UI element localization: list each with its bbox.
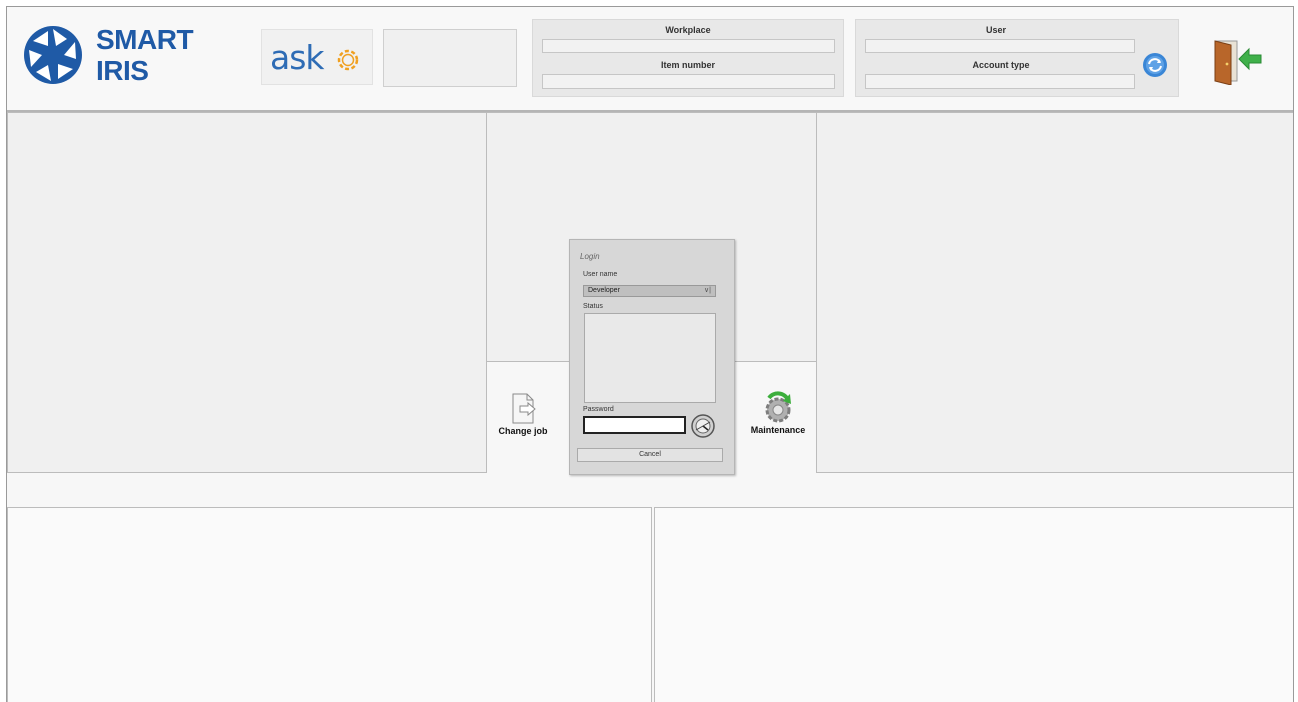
exit-door-icon[interactable] <box>1211 37 1265 85</box>
item-number-field <box>542 74 835 89</box>
login-dialog: Login User name Developer ∨| Status Pass… <box>569 239 735 475</box>
status-box <box>584 313 716 403</box>
change-job-label: Change job <box>498 426 548 436</box>
user-name-value: Developer <box>588 287 620 294</box>
account-type-label: Account type <box>972 60 1030 70</box>
user-name-label: User name <box>583 271 618 278</box>
workplace-panel: Workplace Item number <box>532 19 844 97</box>
login-title: Login <box>580 252 600 261</box>
password-label: Password <box>583 406 614 413</box>
document-edit-icon <box>512 393 536 424</box>
workplace-field <box>542 39 835 53</box>
aperture-icon <box>24 26 82 84</box>
workplace-label: Workplace <box>665 25 711 35</box>
gear-icon <box>337 49 359 71</box>
brand-line-2: IRIS <box>96 55 149 86</box>
user-panel: User Account type <box>855 19 1179 97</box>
bottom-right-panel <box>654 507 1293 702</box>
brand-line-1: SMART <box>96 24 194 55</box>
user-field <box>865 39 1135 53</box>
right-upper-panel <box>816 112 1293 473</box>
status-label: Status <box>583 303 603 310</box>
header-blank-box <box>383 29 517 87</box>
brand-name: SMART IRIS <box>96 24 194 86</box>
gear-refresh-icon <box>765 391 791 423</box>
cancel-button[interactable]: Cancel <box>577 448 723 462</box>
bottom-left-panel <box>7 507 652 702</box>
refresh-icon[interactable] <box>1142 52 1168 78</box>
gauge-icon[interactable] <box>690 414 716 438</box>
user-name-select[interactable]: Developer ∨| <box>583 285 716 297</box>
chevron-down-icon: ∨| <box>704 287 711 294</box>
account-type-field <box>865 74 1135 89</box>
password-field[interactable] <box>583 416 686 436</box>
maintenance-button[interactable]: Maintenance <box>743 389 813 449</box>
left-upper-panel <box>7 112 487 473</box>
header-bar: SMART IRIS ask Workplace Item number Use… <box>7 7 1293 112</box>
user-label: User <box>985 25 1006 35</box>
maintenance-label: Maintenance <box>750 425 806 435</box>
change-job-button[interactable]: Change job <box>493 392 553 450</box>
ask-button[interactable]: ask <box>261 29 373 85</box>
password-input[interactable] <box>585 421 684 436</box>
ask-label: ask <box>270 38 325 77</box>
item-number-label: Item number <box>660 60 715 70</box>
app-window: SMART IRIS ask Workplace Item number Use… <box>6 6 1294 702</box>
